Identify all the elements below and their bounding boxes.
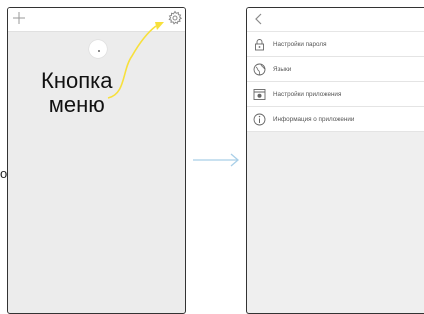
menu-item-app-settings[interactable]: Настройки приложения — [247, 82, 424, 107]
menu-item-label: Информация о приложении — [273, 115, 355, 123]
annotation-arrow — [107, 22, 164, 99]
top-bar — [247, 8, 424, 32]
chevron-left-icon[interactable] — [254, 12, 264, 26]
settings-menu: Настройки пароля Языки Настройки приложе… — [247, 32, 424, 132]
menu-item-about[interactable]: Информация о приложении — [247, 107, 424, 132]
globe-icon — [253, 63, 266, 75]
profile-avatar[interactable] — [89, 40, 107, 58]
menu-item-label: Настройки приложения — [273, 90, 342, 98]
menu-item-label: Языки — [273, 65, 292, 73]
lock-icon — [255, 38, 264, 50]
avatar-dot — [98, 50, 100, 52]
info-icon — [253, 113, 266, 125]
menu-item-label: Настройки пароля — [273, 40, 327, 48]
annotation-label: Кнопка меню — [41, 68, 113, 117]
home-screen: Кнопка меню — [7, 7, 186, 314]
menu-item-languages[interactable]: Языки — [247, 57, 424, 82]
plus-icon[interactable] — [12, 11, 26, 25]
app-settings-icon — [253, 88, 266, 100]
flow-arrow — [193, 153, 239, 167]
menu-item-password[interactable]: Настройки пароля — [247, 32, 424, 57]
settings-screen: Настройки пароля Языки Настройки приложе… — [246, 7, 424, 314]
